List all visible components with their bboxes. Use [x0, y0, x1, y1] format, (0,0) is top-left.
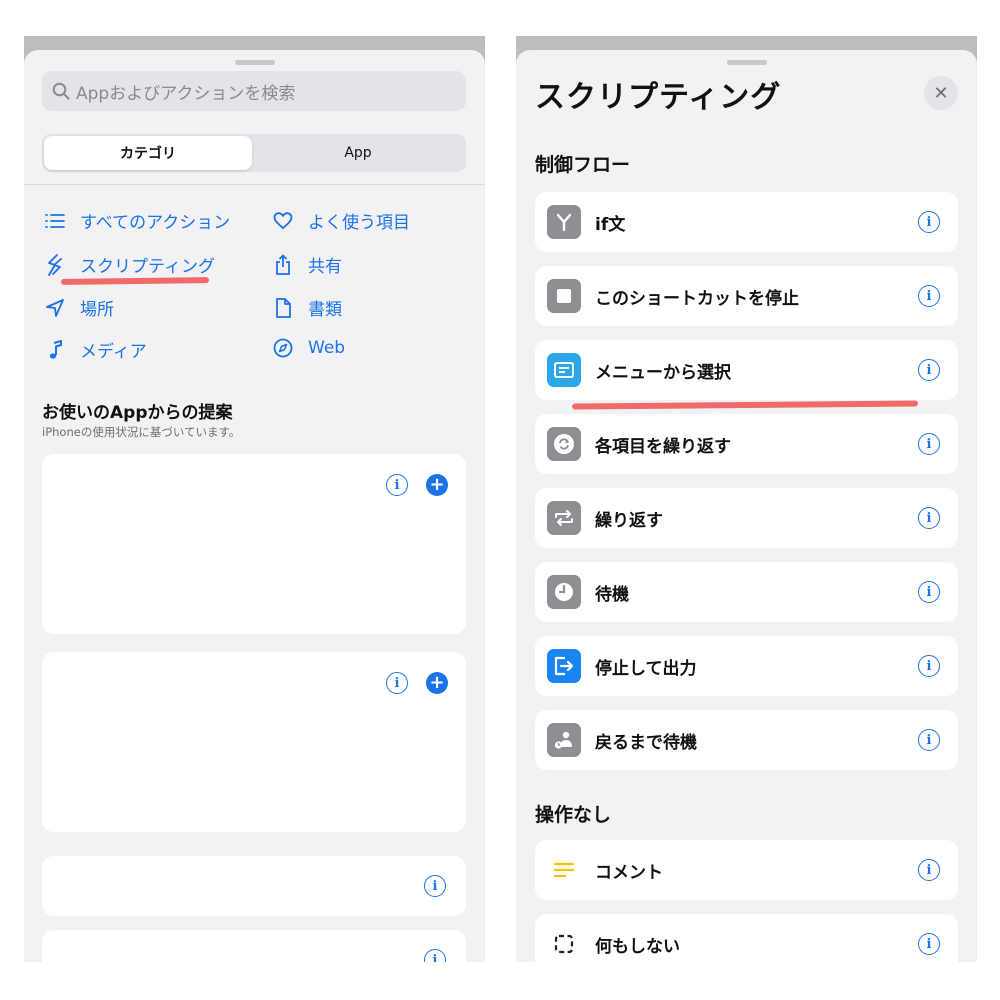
- suggestions-subtitle: iPhoneの使用状況に基づいています。: [42, 425, 241, 439]
- action-label: 繰り返す: [595, 510, 663, 531]
- action-row-stop-shortcut[interactable]: このショートカットを停止 i: [535, 266, 958, 326]
- category-label: 書類: [308, 300, 342, 320]
- suggestion-card[interactable]: i +: [42, 454, 466, 634]
- info-icon[interactable]: i: [424, 949, 446, 962]
- list-icon: [44, 210, 66, 232]
- action-row-choose-from-menu[interactable]: メニューから選択 i: [535, 340, 958, 400]
- category-label: よく使う項目: [308, 213, 410, 233]
- category-label: スクリプティング: [80, 257, 215, 277]
- action-library-sheet: Appおよびアクションを検索 カテゴリ App すべてのアクション よく使う項目…: [24, 50, 485, 962]
- exit-icon: [547, 649, 581, 683]
- segment-app[interactable]: App: [254, 136, 462, 170]
- action-label: 各項目を繰り返す: [595, 436, 731, 457]
- action-label: このショートカットを停止: [595, 288, 799, 309]
- info-icon[interactable]: i: [918, 211, 940, 233]
- scripting-icon: [44, 253, 66, 276]
- suggestions-title: お使いのAppからの提案: [42, 403, 233, 423]
- info-icon[interactable]: i: [424, 875, 446, 897]
- location-arrow-icon: [44, 297, 66, 319]
- info-icon[interactable]: i: [918, 359, 940, 381]
- share-icon: [272, 253, 294, 276]
- category-documents[interactable]: 書類: [272, 295, 342, 320]
- category-label: 共有: [308, 257, 342, 277]
- sheet-grabber[interactable]: [726, 60, 767, 65]
- action-label: コメント: [595, 862, 663, 883]
- info-icon[interactable]: i: [918, 285, 940, 307]
- close-button[interactable]: ✕: [924, 76, 958, 110]
- category-label: すべてのアクション: [80, 213, 231, 233]
- action-row-stop-and-output[interactable]: 停止して出力 i: [535, 636, 958, 696]
- segment-categories[interactable]: カテゴリ: [44, 136, 252, 170]
- category-label: Web: [308, 338, 346, 358]
- info-icon[interactable]: i: [918, 581, 940, 603]
- category-location[interactable]: 場所: [44, 295, 114, 320]
- right-screen: スクリプティング ✕ 制御フロー if文 i このショートカットを停止 i メニ…: [516, 36, 977, 962]
- return-wait-icon: [547, 723, 581, 757]
- category-scripting[interactable]: スクリプティング: [44, 252, 215, 277]
- category-all-actions[interactable]: すべてのアクション: [44, 208, 230, 233]
- action-label: if文: [595, 214, 626, 235]
- menu-icon: [547, 353, 581, 387]
- category-share[interactable]: 共有: [272, 252, 342, 277]
- add-icon[interactable]: +: [426, 474, 448, 496]
- action-label: 何もしない: [595, 936, 680, 957]
- left-screen: Appおよびアクションを検索 カテゴリ App すべてのアクション よく使う項目…: [24, 36, 485, 962]
- info-icon[interactable]: i: [918, 655, 940, 677]
- suggestion-card[interactable]: i +: [42, 652, 466, 832]
- heart-icon: [272, 210, 294, 232]
- search-field[interactable]: Appおよびアクションを検索: [42, 71, 466, 111]
- suggestion-card[interactable]: i: [42, 930, 466, 962]
- comment-lines-icon: [547, 853, 581, 887]
- scripting-sheet: スクリプティング ✕ 制御フロー if文 i このショートカットを停止 i メニ…: [516, 50, 977, 962]
- search-icon: [52, 82, 70, 100]
- music-note-icon: [44, 339, 66, 361]
- divider: [24, 184, 485, 185]
- page-title: スクリプティング: [535, 80, 782, 115]
- info-icon[interactable]: i: [918, 433, 940, 455]
- action-label: 停止して出力: [595, 658, 697, 679]
- info-icon[interactable]: i: [918, 859, 940, 881]
- dashed-square-icon: [547, 927, 581, 961]
- highlight-underline: [60, 277, 210, 285]
- highlight-underline: [571, 400, 919, 410]
- action-row-comment[interactable]: コメント i: [535, 840, 958, 900]
- document-icon: [272, 297, 294, 319]
- category-web[interactable]: Web: [272, 337, 345, 359]
- info-icon[interactable]: i: [918, 729, 940, 751]
- category-label: 場所: [80, 300, 114, 320]
- info-icon[interactable]: i: [918, 507, 940, 529]
- compass-icon: [272, 337, 294, 359]
- segmented-control: カテゴリ App: [42, 134, 466, 172]
- action-row-repeat[interactable]: 繰り返す i: [535, 488, 958, 548]
- action-label: 戻るまで待機: [595, 732, 697, 753]
- section-header-no-action: 操作なし: [535, 804, 612, 826]
- action-row-if[interactable]: if文 i: [535, 192, 958, 252]
- action-label: メニューから選択: [595, 362, 731, 383]
- suggestion-card[interactable]: i: [42, 856, 466, 916]
- category-label: メディア: [80, 342, 147, 362]
- info-icon[interactable]: i: [386, 474, 408, 496]
- category-favorites[interactable]: よく使う項目: [272, 208, 410, 233]
- clock-icon: [547, 575, 581, 609]
- action-label: 待機: [595, 584, 629, 605]
- category-media[interactable]: メディア: [44, 337, 147, 362]
- action-row-wait-to-return[interactable]: 戻るまで待機 i: [535, 710, 958, 770]
- branch-icon: [547, 205, 581, 239]
- repeat-each-icon: [547, 427, 581, 461]
- action-row-repeat-each[interactable]: 各項目を繰り返す i: [535, 414, 958, 474]
- action-row-nothing[interactable]: 何もしない i: [535, 914, 958, 962]
- search-placeholder: Appおよびアクションを検索: [76, 83, 296, 104]
- info-icon[interactable]: i: [386, 672, 408, 694]
- repeat-icon: [547, 501, 581, 535]
- section-header-control-flow: 制御フロー: [535, 154, 631, 176]
- action-row-wait[interactable]: 待機 i: [535, 562, 958, 622]
- stop-icon: [547, 279, 581, 313]
- sheet-grabber[interactable]: [234, 60, 275, 65]
- add-icon[interactable]: +: [426, 672, 448, 694]
- info-icon[interactable]: i: [918, 933, 940, 955]
